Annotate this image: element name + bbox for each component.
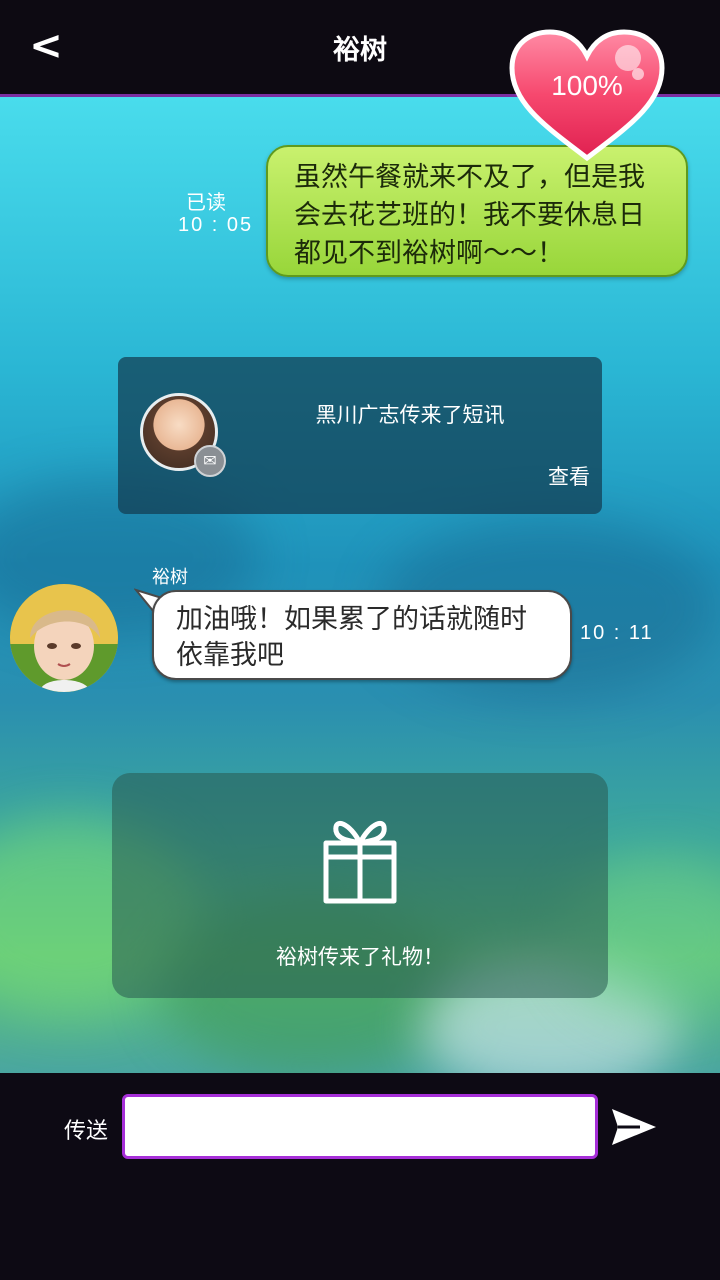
message-input[interactable] [122, 1094, 598, 1159]
gift-icon [323, 820, 397, 904]
composer-bar: 传送 [0, 1073, 720, 1280]
notification-text: 黑川广志传来了短讯 [315, 403, 505, 427]
send-arrow-icon[interactable] [610, 1105, 658, 1149]
received-message-bubble: 加油哦！如果累了的话就随时依靠我吧 [152, 590, 572, 680]
sent-message-text: 虽然午餐就来不及了，但是我会去花艺班的！我不要休息日都见不到裕树啊～～！ [294, 162, 645, 269]
read-status: 已读 [186, 190, 226, 214]
received-time: 10 : 11 [580, 622, 654, 644]
mail-icon: ✉ [194, 445, 226, 477]
gift-card[interactable]: 裕树传来了礼物！ [112, 773, 608, 998]
sent-message-bubble: 虽然午餐就来不及了，但是我会去花艺班的！我不要休息日都见不到裕树啊～～！ [266, 145, 688, 277]
character-portrait [10, 584, 118, 692]
affection-percent: 100% [551, 70, 623, 101]
send-label: 传送 [64, 1119, 109, 1144]
view-button[interactable]: 查看 [548, 461, 590, 491]
affection-heart: 100% [508, 28, 666, 164]
gift-text: 裕树传来了礼物！ [276, 945, 444, 969]
sms-notification-card[interactable]: ✉ 黑川广志传来了短讯 查看 [118, 357, 602, 514]
received-message-text: 加油哦！如果累了的话就随时依靠我吧 [176, 604, 527, 671]
sent-time: 10 : 05 [178, 214, 254, 236]
sender-name: 裕树 [152, 567, 188, 588]
yuki-avatar[interactable] [10, 584, 118, 692]
